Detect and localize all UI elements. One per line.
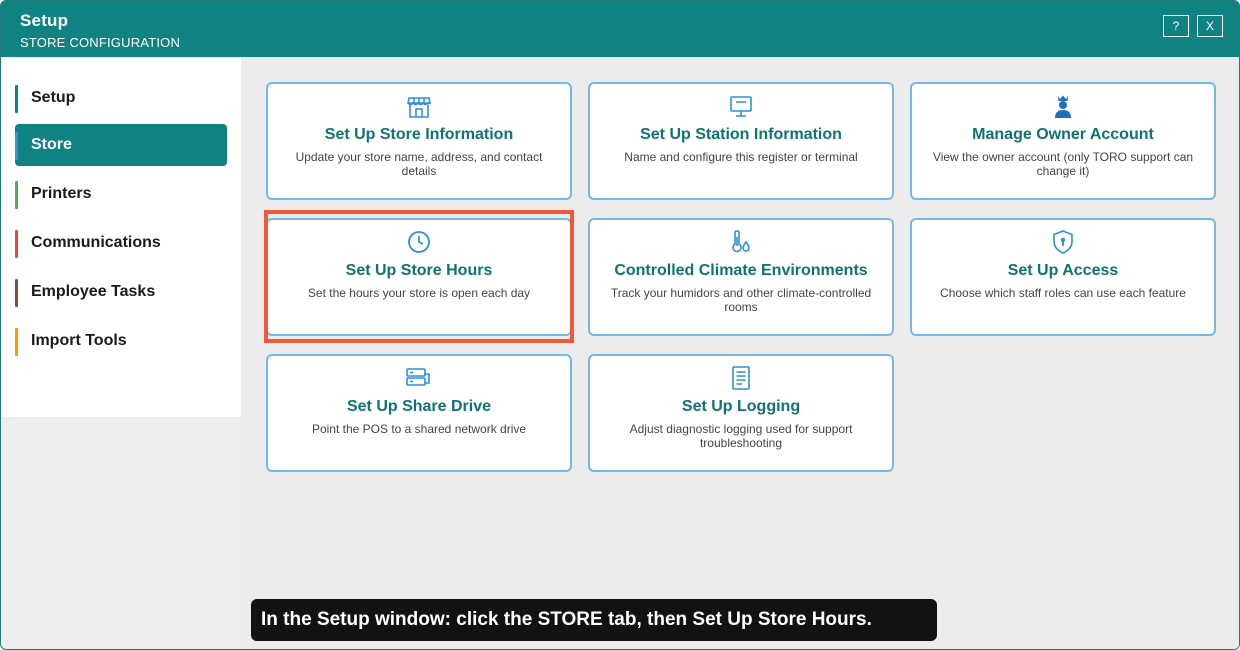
title-bar: Setup STORE CONFIGURATION ? X xyxy=(1,1,1239,57)
document-lines-icon xyxy=(732,366,750,390)
network-drive-icon xyxy=(406,368,430,386)
close-button[interactable]: X xyxy=(1197,15,1223,37)
monitor-icon xyxy=(730,96,752,117)
store-hours-card[interactable]: Set Up Store Hours Set the hours your st… xyxy=(266,218,572,336)
sidebar-item-label: Store xyxy=(31,136,72,153)
card-title: Set Up Share Drive xyxy=(346,398,492,415)
sidebar-item-communications[interactable]: Communications xyxy=(15,222,227,264)
card-description: Track your humidors and other climate-co… xyxy=(610,286,872,314)
card-description: Update your store name, address, and con… xyxy=(295,150,543,178)
window-subtitle: STORE CONFIGURATION xyxy=(20,35,181,50)
logging-card[interactable]: Set Up Logging Adjust diagnostic logging… xyxy=(588,354,894,472)
setup-window: Setup STORE CONFIGURATION ? X Setup Stor… xyxy=(0,0,1240,650)
climate-environments-card[interactable]: Controlled Climate Environments Track yo… xyxy=(588,218,894,336)
card-title: Manage Owner Account xyxy=(972,126,1154,143)
thermometer-droplet-icon xyxy=(732,230,750,253)
sidebar-item-printers[interactable]: Printers xyxy=(15,173,227,215)
help-button[interactable]: ? xyxy=(1163,15,1189,37)
sidebar-item-employee-tasks[interactable]: Employee Tasks xyxy=(15,271,227,313)
crowned-user-icon xyxy=(1055,95,1071,118)
nav-color-bar xyxy=(15,328,18,356)
clock-icon xyxy=(408,231,430,253)
card-description: Adjust diagnostic logging used for suppo… xyxy=(629,422,853,450)
sidebar: Setup Store Printers Communications Empl… xyxy=(1,57,241,417)
shield-keyhole-icon xyxy=(1053,230,1073,254)
store-information-card[interactable]: Set Up Store Information Update your sto… xyxy=(266,82,572,200)
card-title: Set Up Store Information xyxy=(324,126,514,143)
card-description: Choose which staff roles can use each fe… xyxy=(940,286,1186,300)
access-card[interactable]: Set Up Access Choose which staff roles c… xyxy=(910,218,1216,336)
card-description: Name and configure this register or term… xyxy=(624,150,858,164)
card-description: Point the POS to a shared network drive xyxy=(311,422,527,436)
card-title: Controlled Climate Environments xyxy=(614,262,868,279)
sidebar-item-label: Printers xyxy=(31,185,92,202)
sidebar-item-store[interactable]: Store xyxy=(15,124,227,166)
nav-color-bar xyxy=(15,181,18,209)
sidebar-item-label: Employee Tasks xyxy=(31,283,156,300)
card-title: Set Up Logging xyxy=(681,398,801,415)
card-title: Set Up Store Hours xyxy=(345,262,493,279)
card-description: View the owner account (only TORO suppor… xyxy=(932,150,1194,178)
nav-color-bar xyxy=(15,279,18,307)
sidebar-item-import-tools[interactable]: Import Tools xyxy=(15,320,227,362)
instruction-caption: In the Setup window: click the STORE tab… xyxy=(251,599,937,641)
sidebar-item-label: Communications xyxy=(31,234,161,251)
storefront-icon xyxy=(407,97,431,118)
window-title: Setup xyxy=(20,11,69,30)
card-title: Set Up Access xyxy=(1007,262,1119,279)
nav-color-bar xyxy=(15,230,18,258)
card-description: Set the hours your store is open each da… xyxy=(307,286,531,300)
station-information-card[interactable]: Set Up Station Information Name and conf… xyxy=(588,82,894,200)
owner-account-card[interactable]: Manage Owner Account View the owner acco… xyxy=(910,82,1216,200)
nav-color-bar xyxy=(15,85,18,113)
share-drive-card[interactable]: Set Up Share Drive Point the POS to a sh… xyxy=(266,354,572,472)
content-panel: Set Up Store Information Update your sto… xyxy=(241,57,1239,649)
sidebar-item-label: Setup xyxy=(31,89,76,106)
nav-color-bar xyxy=(15,132,18,160)
sidebar-item-label: Import Tools xyxy=(31,332,127,349)
card-title: Set Up Station Information xyxy=(640,126,842,143)
sidebar-item-setup[interactable]: Setup xyxy=(15,77,227,119)
